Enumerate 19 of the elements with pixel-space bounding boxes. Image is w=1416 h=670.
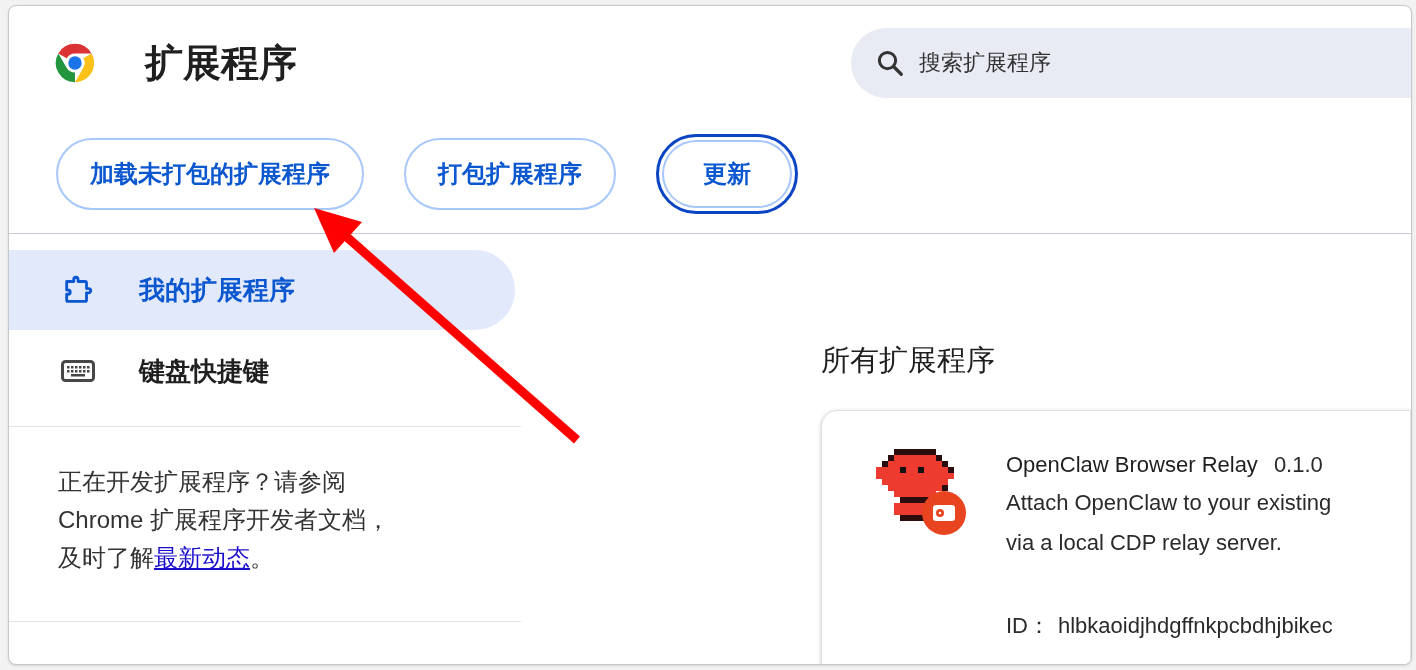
toolbar-button[interactable]: 更新 <box>656 134 798 214</box>
extension-name: OpenClaw Browser Relay <box>1006 451 1258 479</box>
search-field[interactable]: 搜索扩展程序 <box>851 28 1411 98</box>
page-title: 扩展程序 <box>145 40 297 86</box>
whats-new-link[interactable]: 最新动态 <box>154 544 250 571</box>
sidebar-item[interactable]: 键盘快捷键 <box>9 336 515 406</box>
sidebar-item[interactable]: 我的扩展程序 <box>9 250 515 330</box>
developer-note: 正在开发扩展程序？请参阅 Chrome 扩展程序开发者文档， 及时了解最新动态。 <box>58 467 392 573</box>
extension-id: hlbkaoidjhdgffnkpcbdhjbikec <box>1058 612 1333 640</box>
search-icon <box>875 48 905 78</box>
badge-icon <box>922 491 966 535</box>
extension-version: 0.1.0 <box>1273 451 1323 479</box>
keyboard-icon <box>61 360 95 382</box>
toolbar-button[interactable]: 加载未打包的扩展程序 <box>56 138 364 210</box>
id-label: ID： <box>1006 612 1050 640</box>
extension-description: Attach OpenClaw to your existing via a local CDP relay server. <box>1006 489 1333 557</box>
section-heading: 所有扩展程序 <box>821 343 996 378</box>
robot-icon <box>876 449 954 521</box>
toolbar-button[interactable]: 打包扩展程序 <box>404 138 616 210</box>
